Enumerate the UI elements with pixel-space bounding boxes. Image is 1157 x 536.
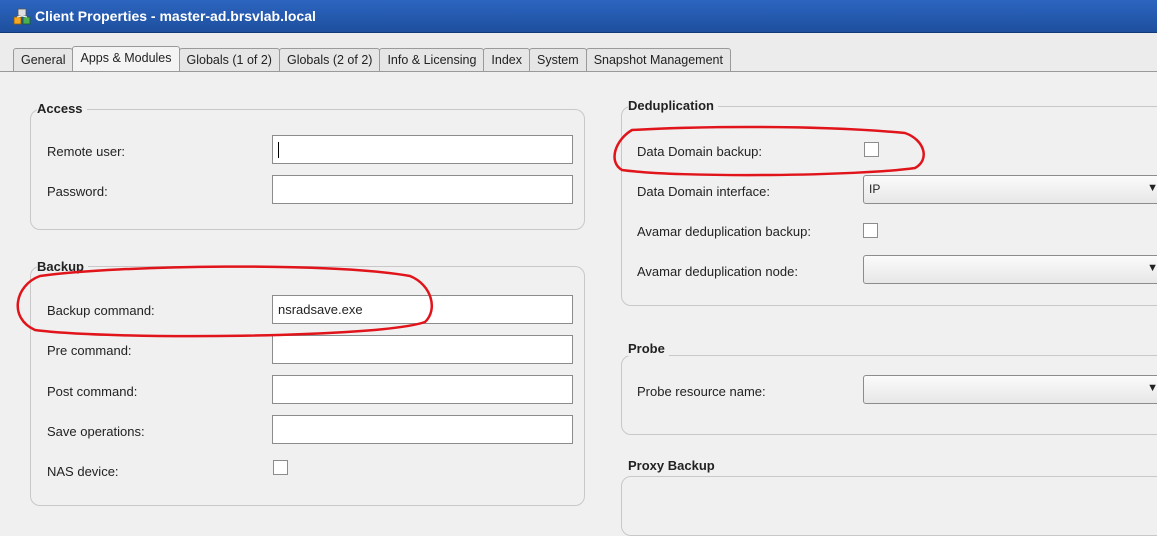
access-group — [30, 109, 585, 230]
save-operations-label: Save operations: — [47, 424, 145, 439]
password-input[interactable] — [272, 175, 573, 204]
avamar-dedup-node-select[interactable]: ▼ — [863, 255, 1157, 284]
remote-user-input[interactable] — [272, 135, 573, 164]
backup-group-title: Backup — [37, 259, 88, 274]
title-bar[interactable]: Client Properties - master-ad.brsvlab.lo… — [0, 0, 1157, 33]
dropdown-arrow-icon: ▼ — [1147, 182, 1157, 194]
proxy-backup-group — [621, 476, 1157, 536]
window-title: Client Properties - master-ad.brsvlab.lo… — [35, 8, 316, 24]
password-label: Password: — [47, 184, 108, 199]
tab-general[interactable]: General — [13, 48, 74, 71]
avamar-dedup-backup-label: Avamar deduplication backup: — [637, 224, 811, 239]
tab-bar: General Apps & Modules Globals (1 of 2) Glo… — [0, 33, 1157, 72]
nas-device-checkbox[interactable] — [273, 460, 288, 475]
data-domain-backup-label: Data Domain backup: — [637, 144, 763, 159]
tab-system[interactable]: System — [529, 48, 587, 71]
dropdown-arrow-icon: ▼ — [1147, 382, 1157, 394]
probe-resource-name-label: Probe resource name: — [637, 384, 766, 399]
data-domain-backup-checkbox[interactable] — [864, 142, 879, 157]
post-command-label: Post command: — [47, 384, 138, 399]
data-domain-interface-label: Data Domain interface: — [637, 184, 770, 199]
data-domain-interface-select[interactable]: IP ▼ — [863, 175, 1157, 204]
avamar-dedup-backup-checkbox[interactable] — [863, 223, 878, 238]
backup-command-input[interactable]: nsradsave.exe — [272, 295, 573, 324]
pre-command-input[interactable] — [272, 335, 573, 364]
access-group-title: Access — [37, 101, 87, 116]
probe-resource-name-select[interactable]: ▼ — [863, 375, 1157, 404]
tab-index[interactable]: Index — [483, 48, 530, 71]
proxy-backup-group-title: Proxy Backup — [628, 458, 719, 473]
probe-group-title: Probe — [628, 341, 669, 356]
pre-command-label: Pre command: — [47, 343, 132, 358]
tab-globals-1[interactable]: Globals (1 of 2) — [178, 48, 280, 71]
remote-user-label: Remote user: — [47, 144, 126, 159]
save-operations-input[interactable] — [272, 415, 573, 444]
tab-globals-2[interactable]: Globals (2 of 2) — [278, 48, 381, 71]
apps-modules-panel: Access Remote user: Password: Backup Bac… — [0, 72, 1157, 536]
tab-info-licensing[interactable]: Info & Licensing — [379, 48, 485, 71]
deduplication-group-title: Deduplication — [628, 98, 718, 113]
nas-device-label: NAS device: — [47, 464, 119, 479]
networker-client-icon — [13, 8, 31, 25]
avamar-dedup-node-label: Avamar deduplication node: — [637, 264, 798, 279]
dropdown-arrow-icon: ▼ — [1147, 262, 1157, 274]
backup-command-label: Backup command: — [47, 303, 155, 318]
post-command-input[interactable] — [272, 375, 573, 404]
text-caret — [278, 142, 279, 158]
tab-apps-modules[interactable]: Apps & Modules — [72, 46, 180, 71]
tab-snapshot-management[interactable]: Snapshot Management — [585, 48, 731, 71]
